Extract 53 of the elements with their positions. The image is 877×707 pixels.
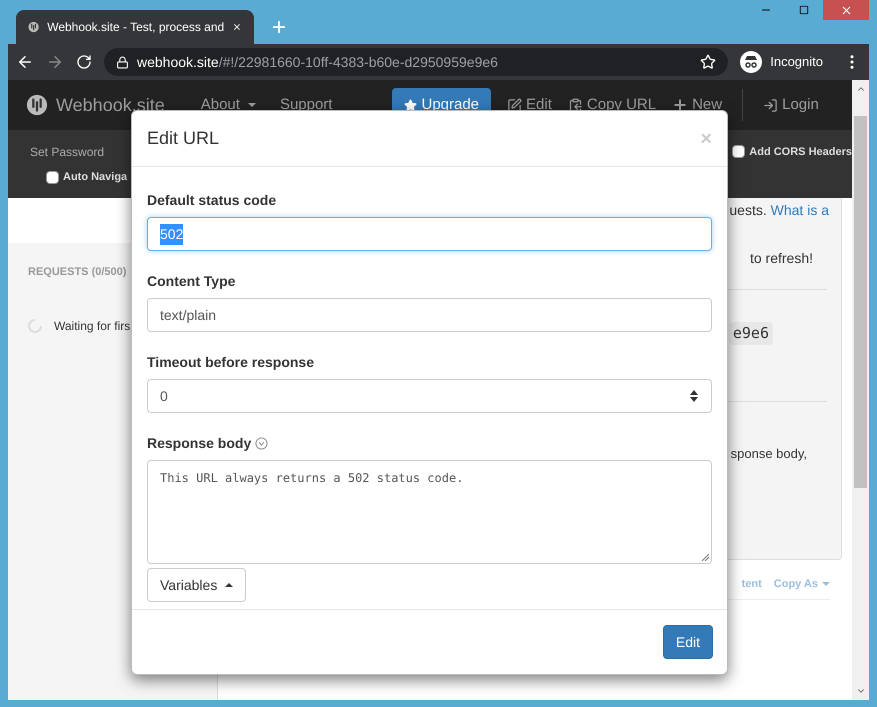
caret-icon <box>225 583 234 587</box>
scroll-thumb[interactable] <box>854 116 867 488</box>
checkbox[interactable] <box>732 145 746 158</box>
number-field[interactable]: 0 <box>147 379 712 413</box>
scrollbar[interactable] <box>852 80 869 700</box>
brand-logo <box>26 94 48 116</box>
incognito-icon <box>740 51 762 73</box>
login-link[interactable]: Login <box>755 94 827 116</box>
clipboard-icon <box>568 98 583 112</box>
resize-handle-icon[interactable] <box>701 553 709 561</box>
edit-button[interactable]: Edit <box>662 625 713 659</box>
back-icon[interactable] <box>16 53 34 71</box>
requests-header: REQUESTS (0/500) <box>27 265 128 280</box>
refresh-text: to refresh! <box>750 249 813 268</box>
info-link[interactable]: What is a <box>770 202 829 218</box>
variables-button[interactable]: Variables <box>147 568 246 602</box>
url-path: /#!/22981660-10ff-4383-b60e-d2950959e9e6 <box>218 52 498 72</box>
url-code: e9e6 <box>728 322 773 344</box>
input-field[interactable]: text/plain <box>147 298 712 332</box>
checkbox-label: Add CORS Headers <box>749 144 852 160</box>
set-password-link[interactable]: Set Password <box>30 142 104 161</box>
edit-icon <box>507 98 522 112</box>
caret-icon <box>822 582 830 586</box>
response-body-field[interactable]: This URL always returns a 502 status code. <box>147 460 712 564</box>
new-link[interactable]: New <box>664 94 730 116</box>
new-tab-icon[interactable] <box>270 18 288 36</box>
edit-link[interactable]: Edit <box>499 94 560 116</box>
site-logo <box>28 19 40 35</box>
field-label: Response body <box>147 434 252 453</box>
waiting-text: Waiting for firs <box>54 318 130 334</box>
login-icon <box>763 98 778 112</box>
checkbox[interactable] <box>46 170 59 184</box>
tab-title: Webhook.site - Test, process and <box>47 19 224 36</box>
profile-chip[interactable]: Incognito <box>740 51 831 73</box>
forward-icon[interactable] <box>46 53 64 71</box>
close-window-icon[interactable] <box>823 0 869 20</box>
intro-text: uests. What is a <box>729 201 829 220</box>
plus-icon <box>672 97 688 113</box>
address-bar[interactable]: webhook.site/#!/22981660-10ff-4383-b60e-d2950959e9e6 <box>104 48 728 76</box>
chevron-circle-icon[interactable] <box>255 437 268 450</box>
bookmark-star-icon[interactable] <box>700 54 716 70</box>
browser-tab[interactable]: Webhook.site - Test, process and <box>16 10 254 44</box>
field-label: Timeout before response <box>147 353 314 372</box>
reload-icon[interactable] <box>76 54 92 70</box>
dialog-title: Edit URL <box>147 127 220 150</box>
brand-name[interactable]: Webhook.site <box>56 92 165 118</box>
field-label: Content Type <box>147 272 236 291</box>
checkbox-label: Auto Naviga <box>63 170 128 185</box>
response-text: sponse body, <box>730 444 807 463</box>
input-field[interactable]: 502 <box>147 217 712 251</box>
lock-icon <box>116 56 129 68</box>
field-label: Default status code <box>147 191 276 210</box>
url-host: webhook.site <box>137 52 219 72</box>
